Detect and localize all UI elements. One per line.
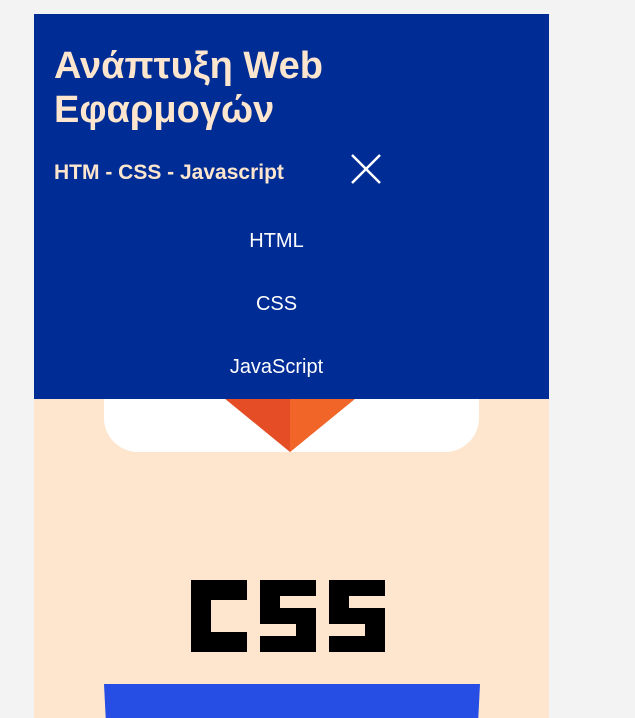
nav-link-javascript[interactable]: JavaScript [202, 350, 352, 384]
nav-link-html[interactable]: HTML [202, 224, 352, 258]
page-container: Ανάπτυξη Web Εφαρμογών HTM - CSS - Javas… [34, 14, 549, 718]
close-menu-button[interactable] [348, 151, 384, 187]
nav-item-javascript: JavaScript [34, 350, 549, 413]
site-subtitle: HTM - CSS - Javascript [54, 161, 284, 184]
css-logo [191, 580, 385, 652]
site-header: Ανάπτυξη Web Εφαρμογών HTM - CSS - Javas… [34, 14, 549, 399]
site-title: Ανάπτυξη Web Εφαρμογών [54, 45, 323, 131]
nav-link-css[interactable]: CSS [202, 287, 352, 321]
main-nav-menu: HTML CSS JavaScript [34, 224, 549, 413]
nav-item-css: CSS [34, 287, 549, 350]
close-icon [351, 154, 381, 184]
nav-item-html: HTML [34, 224, 549, 287]
css-shield-logo [104, 684, 480, 718]
